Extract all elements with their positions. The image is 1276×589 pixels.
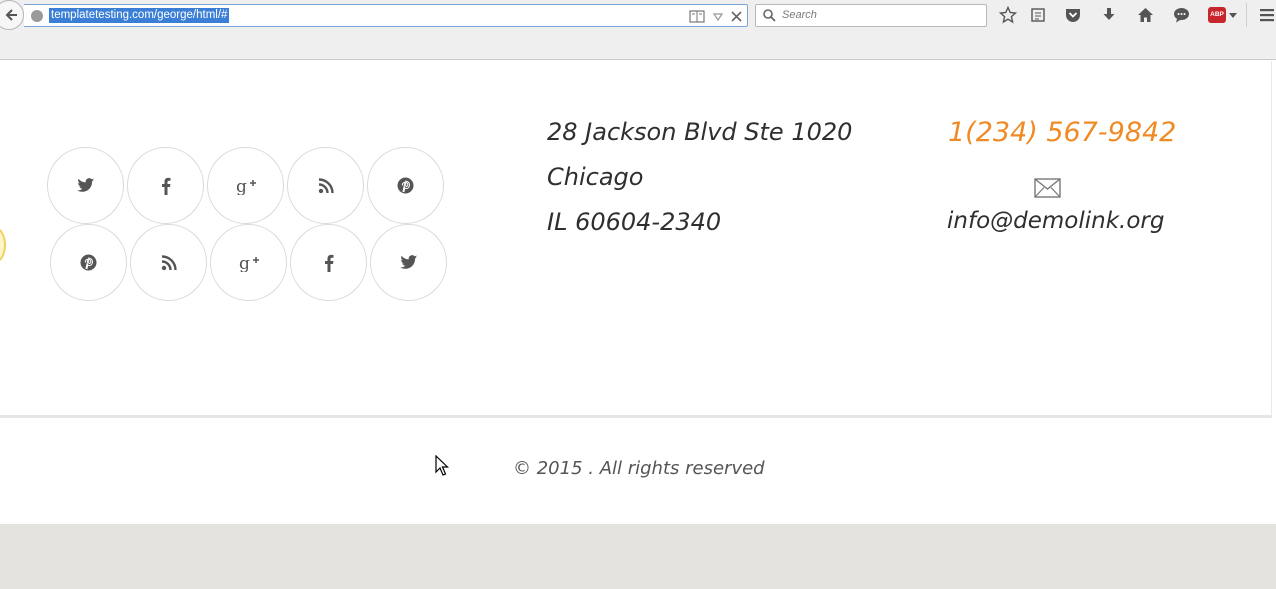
menu-icon[interactable] <box>1257 5 1276 25</box>
email-link[interactable]: info@demolink.org <box>947 208 1164 234</box>
footer: © 2015 . All rights reserved <box>0 418 1272 524</box>
browser-toolbar: templatetesting.com/george/html/# Search <box>0 0 1276 60</box>
social-twitter-button[interactable] <box>47 147 124 224</box>
phone-link[interactable]: 1(234) 567-9842 <box>948 117 1176 148</box>
google-plus-icon: g <box>236 177 256 195</box>
svg-text:g: g <box>236 177 247 195</box>
stop-close-icon[interactable] <box>731 8 742 23</box>
contact-section: g g 28 Jackson Blvd Ste 1020 Chicago IL … <box>0 61 1272 416</box>
toolbar-separator <box>1246 3 1247 27</box>
address-bar[interactable]: templatetesting.com/george/html/# <box>24 4 748 27</box>
social-facebook-button[interactable] <box>127 147 204 224</box>
download-icon[interactable] <box>1099 5 1119 25</box>
facebook-icon <box>324 254 333 272</box>
rss-icon <box>161 254 177 270</box>
facebook-icon <box>161 177 170 195</box>
mouse-cursor-icon <box>435 455 449 476</box>
search-placeholder: Search <box>782 9 817 21</box>
urlbar-icons <box>689 8 742 23</box>
scroll-marker <box>0 227 6 263</box>
social-google-plus-button[interactable]: g <box>210 224 287 301</box>
adblock-icon[interactable]: ABP <box>1208 7 1226 23</box>
twitter-icon <box>399 255 417 269</box>
page-bottom-band <box>0 524 1276 589</box>
svg-text:g: g <box>239 254 250 272</box>
bookmark-star-icon[interactable] <box>998 5 1018 25</box>
twitter-icon <box>76 178 94 192</box>
social-pinterest-button[interactable] <box>50 224 127 301</box>
copyright-text: © 2015 . All rights reserved <box>513 458 765 479</box>
search-icon <box>763 9 776 22</box>
address-line-3: IL 60604-2340 <box>547 208 722 236</box>
social-rss-button[interactable] <box>287 147 364 224</box>
social-rss-button[interactable] <box>130 224 207 301</box>
social-twitter-button[interactable] <box>370 224 447 301</box>
pinterest-icon <box>397 177 414 194</box>
back-arrow-icon <box>5 9 17 21</box>
reading-list-icon[interactable] <box>1028 5 1048 25</box>
address-line-1: 28 Jackson Blvd Ste 1020 <box>547 118 853 146</box>
search-box[interactable]: Search <box>755 4 987 27</box>
pocket-icon[interactable] <box>1063 5 1083 25</box>
history-dropdown-icon[interactable] <box>712 8 724 23</box>
globe-icon <box>31 10 43 22</box>
chat-icon[interactable] <box>1171 5 1191 25</box>
back-button[interactable] <box>0 0 24 30</box>
social-google-plus-button[interactable]: g <box>207 147 284 224</box>
url-text[interactable]: templatetesting.com/george/html/# <box>49 8 230 23</box>
adblock-dropdown-icon[interactable] <box>1229 13 1237 18</box>
reader-view-icon[interactable] <box>689 8 705 23</box>
home-icon[interactable] <box>1135 5 1155 25</box>
rss-icon <box>318 177 334 193</box>
social-facebook-button[interactable] <box>290 224 367 301</box>
pinterest-icon <box>80 254 97 271</box>
address-line-2: Chicago <box>547 163 644 191</box>
envelope-icon <box>1034 178 1061 198</box>
google-plus-icon: g <box>239 254 259 272</box>
social-pinterest-button[interactable] <box>367 147 444 224</box>
